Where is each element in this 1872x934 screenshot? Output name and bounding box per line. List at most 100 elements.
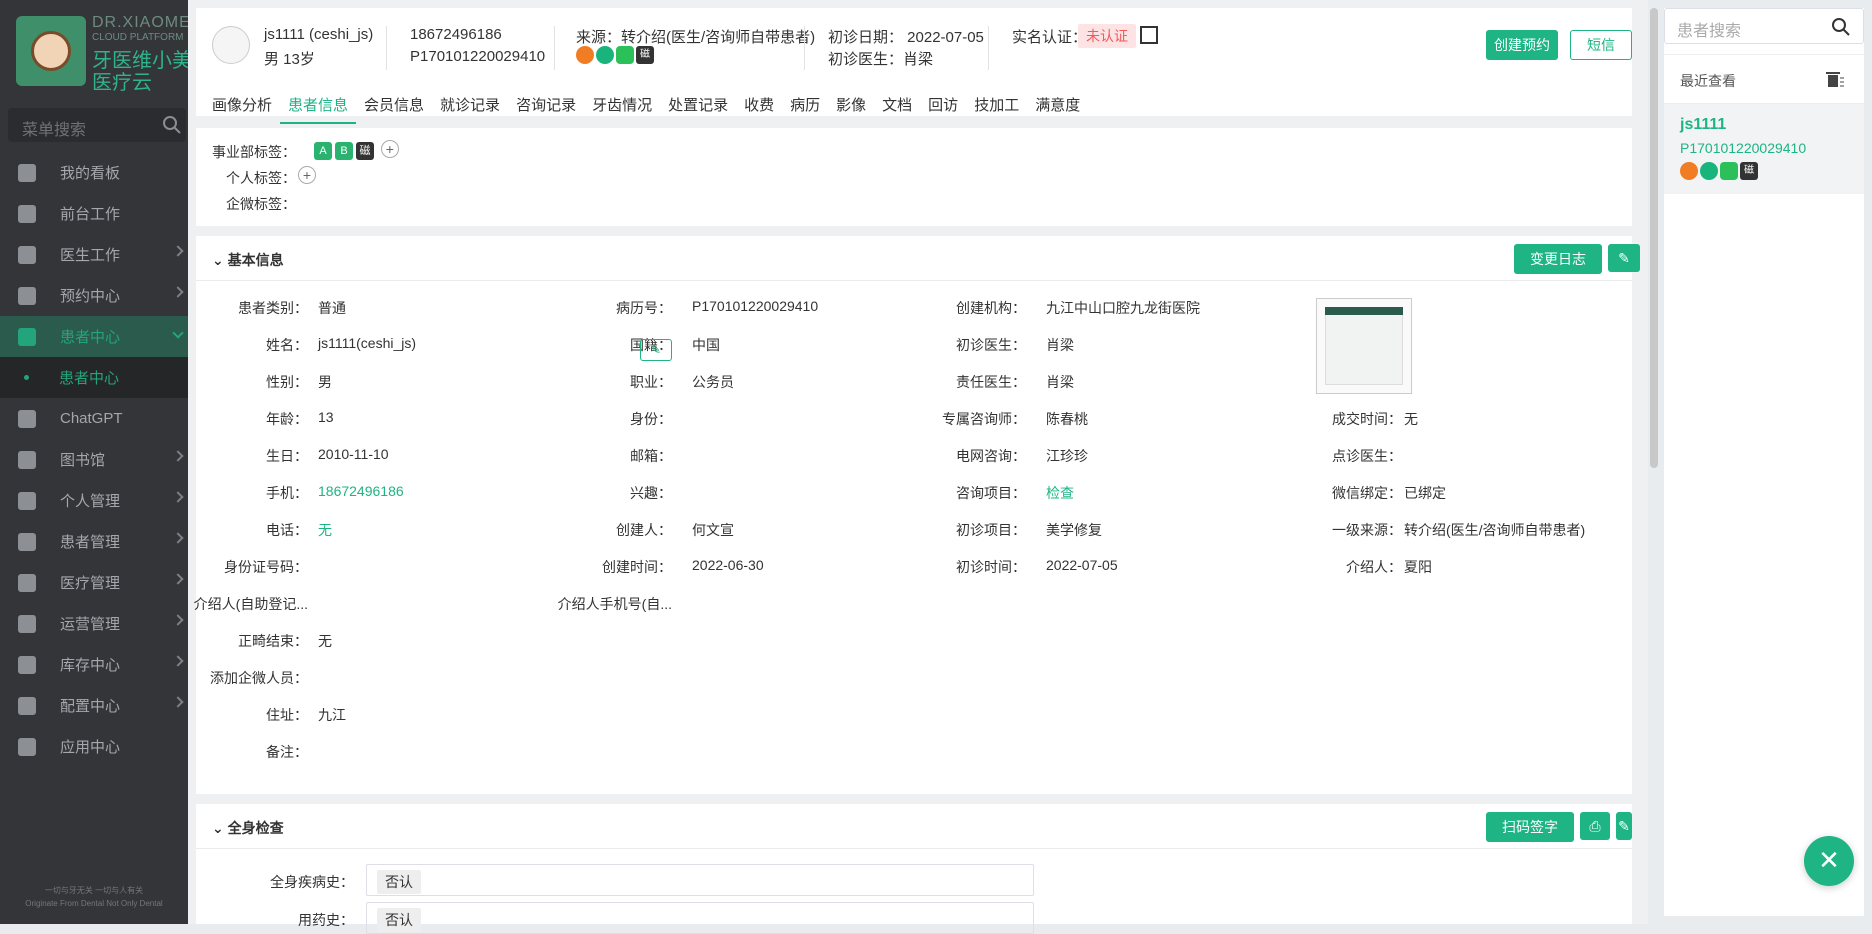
- grid-icon: [18, 655, 36, 674]
- wechat-icon: [616, 46, 634, 64]
- qrcode-icon[interactable]: [1140, 26, 1158, 44]
- chevron-right-icon: [172, 286, 184, 298]
- nav-item-library[interactable]: 图书馆: [0, 439, 188, 480]
- section-title[interactable]: ⌄ 全身检查: [212, 818, 284, 838]
- field-value: 2010-11-10: [318, 446, 389, 462]
- chevron-right-icon: [172, 532, 184, 544]
- search-icon[interactable]: [162, 115, 182, 135]
- field-label: 手机：: [266, 485, 308, 501]
- clear-trash-icon[interactable]: [1824, 69, 1844, 89]
- nav-item-appointment[interactable]: 预约中心: [0, 275, 188, 316]
- create-appointment-button[interactable]: 创建预约: [1486, 30, 1558, 60]
- nav-item-frontdesk[interactable]: 前台工作: [0, 193, 188, 234]
- field-value[interactable]: 检查: [1046, 483, 1074, 503]
- tab-satisfaction[interactable]: 满意度: [1027, 92, 1088, 124]
- brand-cn2: 医疗云: [92, 72, 152, 94]
- nav-item-apps[interactable]: 应用中心: [0, 726, 188, 767]
- recent-patient-no: P170101220029410: [1680, 140, 1807, 156]
- medication-chip: 否认: [377, 908, 421, 932]
- print-button[interactable]: ⎙: [1580, 812, 1610, 840]
- tab-patient-info[interactable]: 患者信息: [280, 92, 357, 124]
- field-value[interactable]: 无: [318, 520, 332, 540]
- field-label: 正畸结束：: [238, 633, 308, 649]
- tab-charge[interactable]: 收费: [736, 92, 782, 124]
- exam-edit-button[interactable]: ✎: [1616, 812, 1632, 840]
- nav-item-inventory[interactable]: 库存中心: [0, 644, 188, 685]
- field-value: 江珍珍: [1046, 448, 1088, 464]
- field-value[interactable]: 18672496186: [318, 483, 404, 499]
- nav-item-medical-mgmt[interactable]: 医疗管理: [0, 562, 188, 603]
- member-badge-icon: [596, 46, 614, 64]
- exam-card: ⌄ 全身检查 扫码签字 ⎙ ✎ 全身疾病史： 否认 用药史： 否认: [196, 804, 1632, 934]
- nav-item-config[interactable]: 配置中心: [0, 685, 188, 726]
- patient-name: js1111 (ceshi_js): [264, 26, 374, 43]
- tab-followup[interactable]: 回访: [920, 92, 966, 124]
- nav-item-operations[interactable]: 运营管理: [0, 603, 188, 644]
- field-label: 介绍人手机号(自...: [557, 596, 672, 612]
- close-fab-button[interactable]: ✕: [1804, 836, 1854, 886]
- nav-subitem-patient-center[interactable]: 患者中心: [0, 357, 188, 398]
- search-icon[interactable]: [1831, 17, 1851, 37]
- field-label: 初诊项目：: [956, 522, 1026, 538]
- systemic-history-field[interactable]: 否认: [366, 864, 1034, 896]
- chevron-right-icon: [172, 655, 184, 667]
- field-label: 介绍人：: [1346, 559, 1402, 575]
- patient-photo[interactable]: [1316, 298, 1412, 394]
- medication-history-field[interactable]: 否认: [366, 902, 1034, 934]
- chevron-down-icon: ⌄: [212, 252, 228, 268]
- dept-tag: 磁: [356, 142, 374, 160]
- tab-lab[interactable]: 技加工: [966, 92, 1027, 124]
- patient-search-input[interactable]: 患者搜索: [1664, 8, 1864, 44]
- edit-button[interactable]: ✎: [1608, 244, 1640, 272]
- sms-button[interactable]: 短信: [1570, 30, 1632, 60]
- tab-teeth[interactable]: 牙齿情况: [584, 92, 660, 124]
- tab-treatment[interactable]: 处置记录: [660, 92, 736, 124]
- field-label: 患者类别：: [238, 300, 308, 316]
- recent-patient-item[interactable]: js1111 P170101220029410 磁: [1664, 104, 1864, 194]
- patient-search-placeholder: 患者搜索: [1677, 23, 1742, 40]
- edit-name-button[interactable]: ✎: [640, 339, 672, 361]
- scan-sign-button[interactable]: 扫码签字: [1486, 812, 1574, 842]
- section-title[interactable]: ⌄ 基本信息: [212, 250, 284, 270]
- change-log-button[interactable]: 变更日志: [1514, 244, 1602, 274]
- close-icon: ✕: [1818, 845, 1840, 875]
- recent-patient-name: js1111: [1680, 116, 1727, 133]
- tab-documents[interactable]: 文档: [874, 92, 920, 124]
- field-label: 身份证号码：: [224, 559, 308, 575]
- brand-avatar-icon: [16, 16, 86, 86]
- add-dept-tag-button[interactable]: +: [380, 140, 399, 158]
- photo-preview-bar: [1325, 307, 1403, 315]
- tab-member[interactable]: 会员信息: [356, 92, 432, 124]
- recent-panel: 患者搜索 最近查看 js1111 P170101220029410 磁: [1664, 8, 1864, 916]
- dot-icon: [24, 375, 29, 380]
- nav-item-patient-center[interactable]: 患者中心: [0, 316, 188, 357]
- slogan-en: Originate From Dental Not Only Dental: [25, 899, 163, 908]
- divider: [196, 280, 1632, 281]
- field-label: 备注：: [266, 744, 308, 760]
- tab-imaging[interactable]: 影像: [828, 92, 874, 124]
- field-label: 电话：: [266, 522, 308, 538]
- patient-tabs: 画像分析 患者信息 会员信息 就诊记录 咨询记录 牙齿情况 处置记录 收费 病历…: [204, 92, 1088, 124]
- dept-tag: B: [335, 142, 353, 160]
- menu-search-input[interactable]: 菜单搜索: [8, 108, 186, 142]
- first-visit-date: 初诊日期： 2022-07-05: [828, 29, 984, 46]
- main-panel: js1111 (ceshi_js) 男 13岁 18672496186 P170…: [188, 0, 1658, 934]
- nav-item-patient-mgmt[interactable]: 患者管理: [0, 521, 188, 562]
- nav-label: 前台工作: [60, 206, 121, 223]
- nav-item-chatgpt[interactable]: ChatGPT: [0, 398, 188, 439]
- nav-item-personal[interactable]: 个人管理: [0, 480, 188, 521]
- tab-portrait[interactable]: 画像分析: [204, 92, 280, 124]
- tab-medical-record[interactable]: 病历: [782, 92, 828, 124]
- tags-card: 事业部标签： AB磁 + 个人标签： + 企微标签：: [196, 128, 1632, 226]
- patient-avatar: [212, 26, 250, 64]
- tab-consult[interactable]: 咨询记录: [508, 92, 584, 124]
- add-personal-tag-button[interactable]: +: [298, 166, 316, 184]
- chevron-right-icon: [172, 614, 184, 626]
- nav-item-dashboard[interactable]: 我的看板: [0, 152, 188, 193]
- scrollbar[interactable]: [1650, 8, 1658, 468]
- nav-label: 运营管理: [60, 616, 121, 633]
- field-label: 介绍人(自助登记...: [193, 596, 308, 612]
- nav-item-doctor-work[interactable]: 医生工作: [0, 234, 188, 275]
- tab-visits[interactable]: 就诊记录: [432, 92, 508, 124]
- nav-label: 库存中心: [60, 657, 121, 674]
